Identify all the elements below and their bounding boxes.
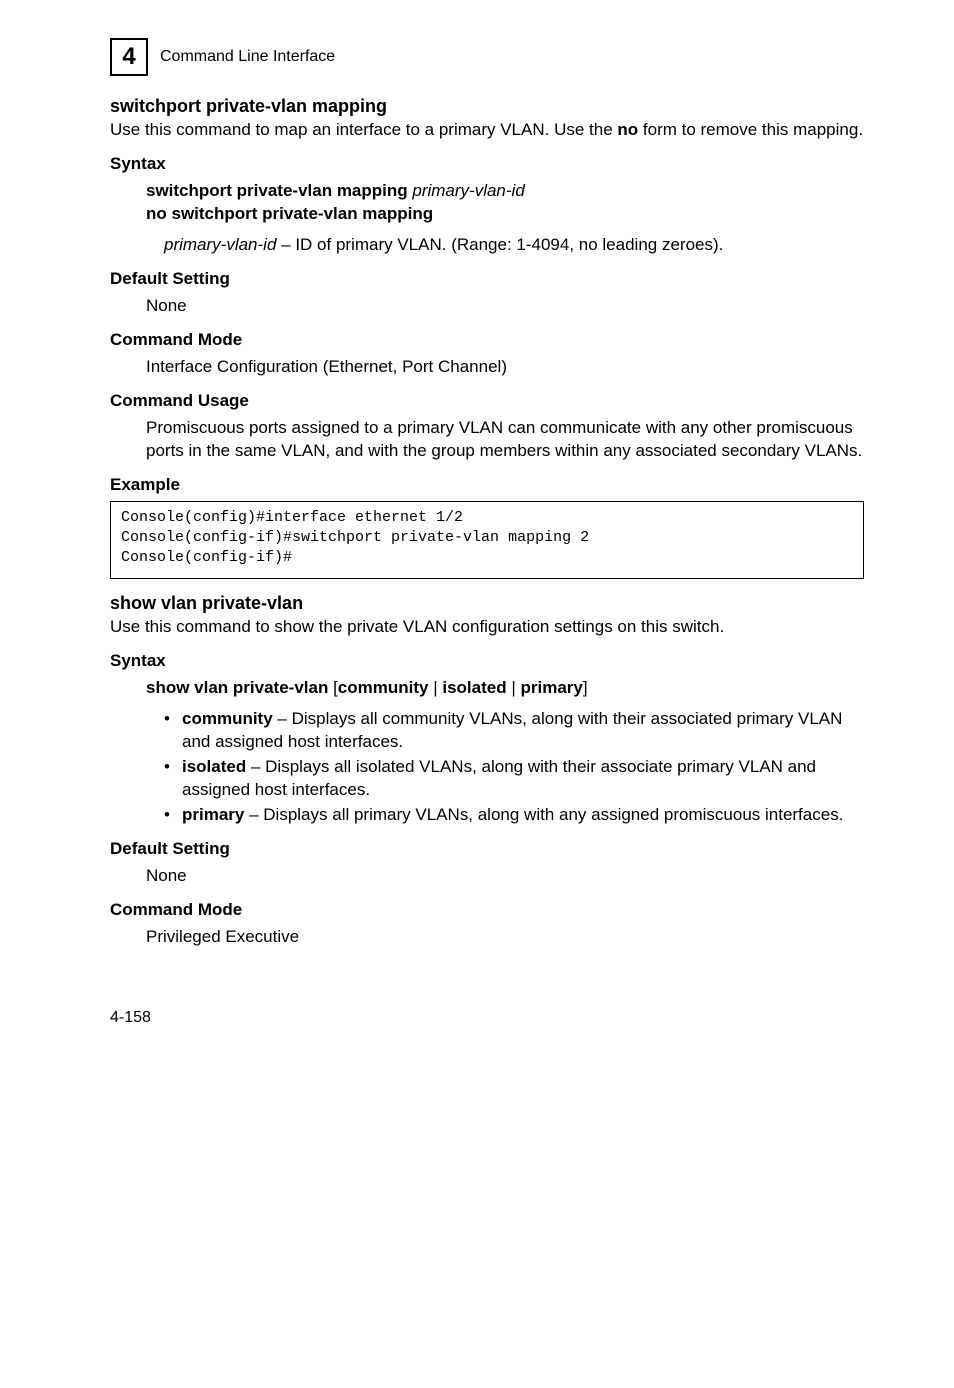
- text: form to remove this mapping.: [638, 120, 863, 139]
- syntax-param: primary-vlan-id – ID of primary VLAN. (R…: [164, 234, 874, 257]
- syntax-line1-bold: switchport private-vlan mapping: [146, 181, 412, 200]
- syntax-heading: Syntax: [110, 154, 874, 174]
- option-desc: – Displays all isolated VLANs, along wit…: [182, 757, 816, 799]
- page-header: 4 Command Line Interface: [110, 38, 874, 76]
- example-heading: Example: [110, 475, 874, 495]
- syntax2-bold2: community: [338, 678, 429, 697]
- syntax2-sep1: [: [328, 678, 337, 697]
- syntax-line2: no switchport private-vlan mapping: [146, 204, 433, 223]
- default-heading-2: Default Setting: [110, 839, 874, 859]
- syntax2-sep3: |: [507, 678, 521, 697]
- syntax2-sep4: ]: [583, 678, 588, 697]
- default-value: None: [146, 295, 874, 318]
- page: 4 Command Line Interface switchport priv…: [0, 0, 954, 1077]
- syntax2-sep2: |: [428, 678, 442, 697]
- usage-heading: Command Usage: [110, 391, 874, 411]
- default-value-2: None: [146, 865, 874, 888]
- chapter-number-box: 4: [110, 38, 148, 76]
- list-item: primary – Displays all primary VLANs, al…: [164, 804, 874, 827]
- param-name: primary-vlan-id: [164, 235, 276, 254]
- list-item: community – Displays all community VLANs…: [164, 708, 874, 754]
- section-title-1: switchport private-vlan mapping: [110, 96, 874, 117]
- option-desc: – Displays all community VLANs, along wi…: [182, 709, 842, 751]
- example-code: Console(config)#interface ethernet 1/2 C…: [110, 501, 864, 580]
- list-item: isolated – Displays all isolated VLANs, …: [164, 756, 874, 802]
- text: Use this command to map an interface to …: [110, 120, 617, 139]
- usage-text: Promiscuous ports assigned to a primary …: [146, 417, 874, 463]
- syntax2-bold3: isolated: [442, 678, 506, 697]
- param-desc: – ID of primary VLAN. (Range: 1-4094, no…: [276, 235, 723, 254]
- option-term: primary: [182, 805, 244, 824]
- section-title-2: show vlan private-vlan: [110, 593, 874, 614]
- mode-heading-2: Command Mode: [110, 900, 874, 920]
- syntax-line-2: show vlan private-vlan [community | isol…: [146, 677, 874, 700]
- syntax-block: switchport private-vlan mapping primary-…: [146, 180, 874, 226]
- option-term: isolated: [182, 757, 246, 776]
- page-number: 4-158: [110, 1009, 874, 1027]
- mode-heading: Command Mode: [110, 330, 874, 350]
- syntax2-bold1: show vlan private-vlan: [146, 678, 328, 697]
- section2-description: Use this command to show the private VLA…: [110, 616, 874, 639]
- section1-description: Use this command to map an interface to …: [110, 119, 874, 142]
- options-list: community – Displays all community VLANs…: [164, 708, 874, 827]
- syntax-line1-italic: primary-vlan-id: [412, 181, 524, 200]
- option-desc: – Displays all primary VLANs, along with…: [244, 805, 843, 824]
- option-term: community: [182, 709, 273, 728]
- syntax-heading-2: Syntax: [110, 651, 874, 671]
- chapter-title: Command Line Interface: [160, 48, 335, 66]
- syntax2-bold4: primary: [520, 678, 582, 697]
- keyword-no: no: [617, 120, 638, 139]
- mode-value-2: Privileged Executive: [146, 926, 874, 949]
- mode-value: Interface Configuration (Ethernet, Port …: [146, 356, 874, 379]
- default-heading: Default Setting: [110, 269, 874, 289]
